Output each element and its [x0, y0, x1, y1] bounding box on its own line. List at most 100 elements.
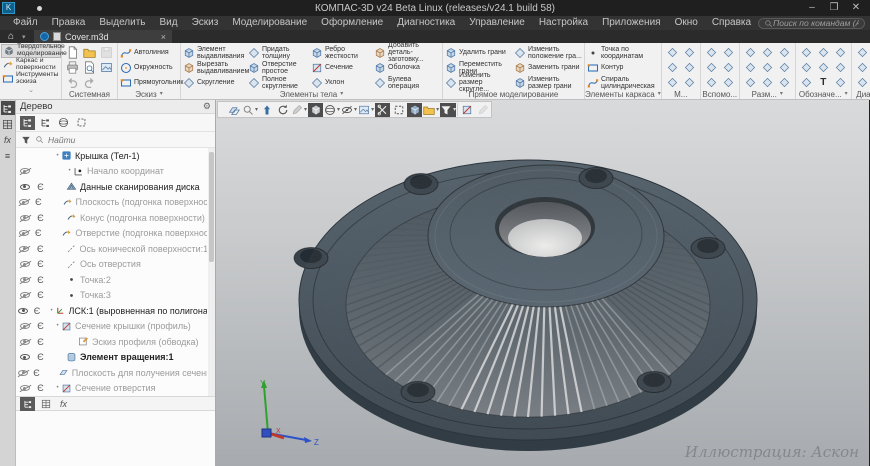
excluded-icon[interactable]: Є — [33, 275, 48, 285]
excluded-icon[interactable]: Є — [33, 244, 48, 254]
visibility-eye-icon[interactable] — [16, 323, 33, 329]
hide-objects-button[interactable]: ▾ — [341, 103, 357, 117]
open-document-button[interactable] — [81, 45, 98, 60]
simple-hole-button[interactable]: Отверстие простое — [248, 60, 310, 75]
auxiliary-tool-icon[interactable] — [703, 45, 720, 60]
expand-icon[interactable]: • — [54, 323, 61, 329]
tree-scrollbar-thumb[interactable] — [209, 152, 214, 262]
array-tool-icon[interactable] — [664, 60, 681, 75]
variables-panel-tab[interactable]: fx — [1, 133, 15, 147]
menu-select[interactable]: Выделить — [92, 16, 152, 30]
tree-item-hole-section[interactable]: Є • Сечение отверстия — [16, 381, 215, 397]
array-tool-icon[interactable] — [664, 75, 681, 90]
appearance-button[interactable]: ▾ — [423, 103, 439, 117]
designation-tool-icon[interactable] — [832, 60, 849, 75]
designation-tool-icon[interactable] — [832, 75, 849, 90]
visibility-eye-icon[interactable] — [16, 385, 33, 391]
dimension-tool-icon[interactable] — [759, 60, 776, 75]
dimension-tool-icon[interactable] — [776, 45, 793, 60]
tree-item-cone-fit[interactable]: Є Конус (подгонка поверхности) — [16, 210, 215, 226]
shaded-display-button[interactable] — [308, 103, 323, 117]
menu-file[interactable]: Файл — [6, 16, 45, 30]
mode-sketch-tools[interactable]: Инструменты эскиза — [1, 72, 61, 86]
edit-button[interactable] — [475, 103, 490, 117]
designation-tool-icon[interactable] — [798, 60, 815, 75]
tree-item-hole-fit[interactable]: Є Отверстие (подгонка поверхности) — [16, 226, 215, 242]
dimension-tool-icon[interactable] — [742, 60, 759, 75]
menu-window[interactable]: Окно — [668, 16, 705, 30]
dimension-tool-icon[interactable] — [742, 45, 759, 60]
structure-view-button[interactable] — [20, 116, 35, 130]
fx-tab[interactable]: fx — [56, 397, 71, 411]
shell-button[interactable]: Оболочка — [374, 60, 440, 75]
menu-modeling[interactable]: Моделирование — [225, 16, 314, 30]
designation-tool-icon[interactable] — [798, 45, 815, 60]
home-button[interactable]: ⌂ — [0, 30, 22, 43]
print-preview-button[interactable] — [81, 60, 98, 75]
designation-tool-icon[interactable] — [798, 75, 815, 90]
visibility-eye-icon[interactable] — [16, 230, 31, 236]
tab-close-icon[interactable]: × — [161, 32, 166, 42]
designation-tool-icon[interactable] — [815, 45, 832, 60]
boolean-button[interactable]: Булева операция — [374, 75, 440, 90]
fillet-button[interactable]: Скругление — [183, 75, 247, 90]
filter-objects-button[interactable]: ▾ — [440, 103, 456, 117]
render-mode-button[interactable] — [407, 103, 422, 117]
additional-view-button[interactable] — [74, 116, 89, 130]
visibility-eye-icon[interactable] — [16, 246, 33, 252]
command-search-field[interactable] — [758, 18, 865, 29]
autoline-button[interactable]: Автолиния — [120, 45, 178, 60]
resize-face-button[interactable]: Изменить размер грани — [514, 75, 582, 90]
excluded-icon[interactable]: Є — [30, 368, 43, 378]
auxiliary-tool-icon[interactable] — [703, 60, 720, 75]
menu-management[interactable]: Управление — [462, 16, 532, 30]
contour-button[interactable]: Контур — [587, 60, 647, 75]
clip-box-button[interactable] — [391, 103, 406, 117]
maximize-button[interactable]: ❐ — [824, 1, 844, 15]
menu-applications[interactable]: Приложения — [595, 16, 668, 30]
circle-button[interactable]: Окружность — [120, 60, 178, 75]
resize-fillet-button[interactable]: Изменить размер скругле... — [445, 75, 513, 90]
expand-icon[interactable]: • — [54, 153, 61, 159]
designation-tool-icon[interactable] — [815, 60, 832, 75]
tree-item-profile-sketch[interactable]: Є Эскиз профиля (обводка) — [16, 334, 215, 350]
excluded-icon[interactable]: Є — [33, 321, 48, 331]
grouping-view-button[interactable] — [38, 116, 53, 130]
dimension-tool-icon[interactable] — [776, 75, 793, 90]
draft-button[interactable]: Уклон — [311, 75, 373, 90]
rotate-view-button[interactable] — [275, 103, 290, 117]
designation-tool-icon[interactable]: T — [815, 75, 832, 90]
tree-search-input[interactable] — [48, 135, 210, 145]
add-stock-part-button[interactable]: Добавить деталь-заготовку... — [374, 45, 440, 60]
point-by-coordinates-button[interactable]: Точка по координатам — [587, 45, 647, 60]
show-planes-button[interactable] — [226, 103, 241, 117]
menu-sketch[interactable]: Эскиз — [185, 16, 226, 30]
visibility-eye-icon[interactable] — [16, 339, 33, 345]
tree-item-body[interactable]: • Крышка (Тел-1) — [16, 148, 215, 164]
mode-wireframe-surfaces[interactable]: Каркас и поверхности — [1, 58, 61, 72]
orientation-button[interactable]: ▾ — [324, 103, 340, 117]
image-quality-button[interactable]: ▾ — [358, 103, 374, 117]
menu-annotation[interactable]: Оформление — [314, 16, 390, 30]
expand-icon[interactable]: • — [66, 168, 73, 174]
tree-item-revolve[interactable]: Є Элемент вращения:1 — [16, 350, 215, 366]
cut-extrude-button[interactable]: Вырезать выдавливанием — [183, 60, 247, 75]
excluded-icon[interactable]: Є — [31, 197, 45, 207]
print-button[interactable] — [64, 60, 81, 75]
tree-item-lcs[interactable]: Є • ЛСК:1 (выровненная по полигональн... — [16, 303, 215, 319]
undo-button[interactable] — [64, 75, 81, 90]
dimension-tool-icon[interactable] — [759, 45, 776, 60]
visibility-eye-icon[interactable] — [16, 308, 31, 314]
clip-section-button[interactable] — [375, 103, 390, 117]
excluded-icon[interactable]: Є — [31, 228, 45, 238]
dimension-tool-icon[interactable] — [759, 75, 776, 90]
tree-panel-tab[interactable] — [1, 101, 15, 115]
menu-help[interactable]: Справка — [705, 16, 758, 30]
extrude-button[interactable]: Элемент выдавливания — [183, 45, 247, 60]
normal-to-button[interactable]: ▾ — [291, 103, 307, 117]
change-face-position-button[interactable]: Изменить положение гра... — [514, 45, 582, 60]
expand-icon[interactable]: • — [54, 385, 61, 391]
menu-settings[interactable]: Настройка — [532, 16, 595, 30]
diagnostics-tool-icon[interactable] — [854, 60, 870, 75]
minimize-button[interactable]: – — [802, 1, 822, 15]
